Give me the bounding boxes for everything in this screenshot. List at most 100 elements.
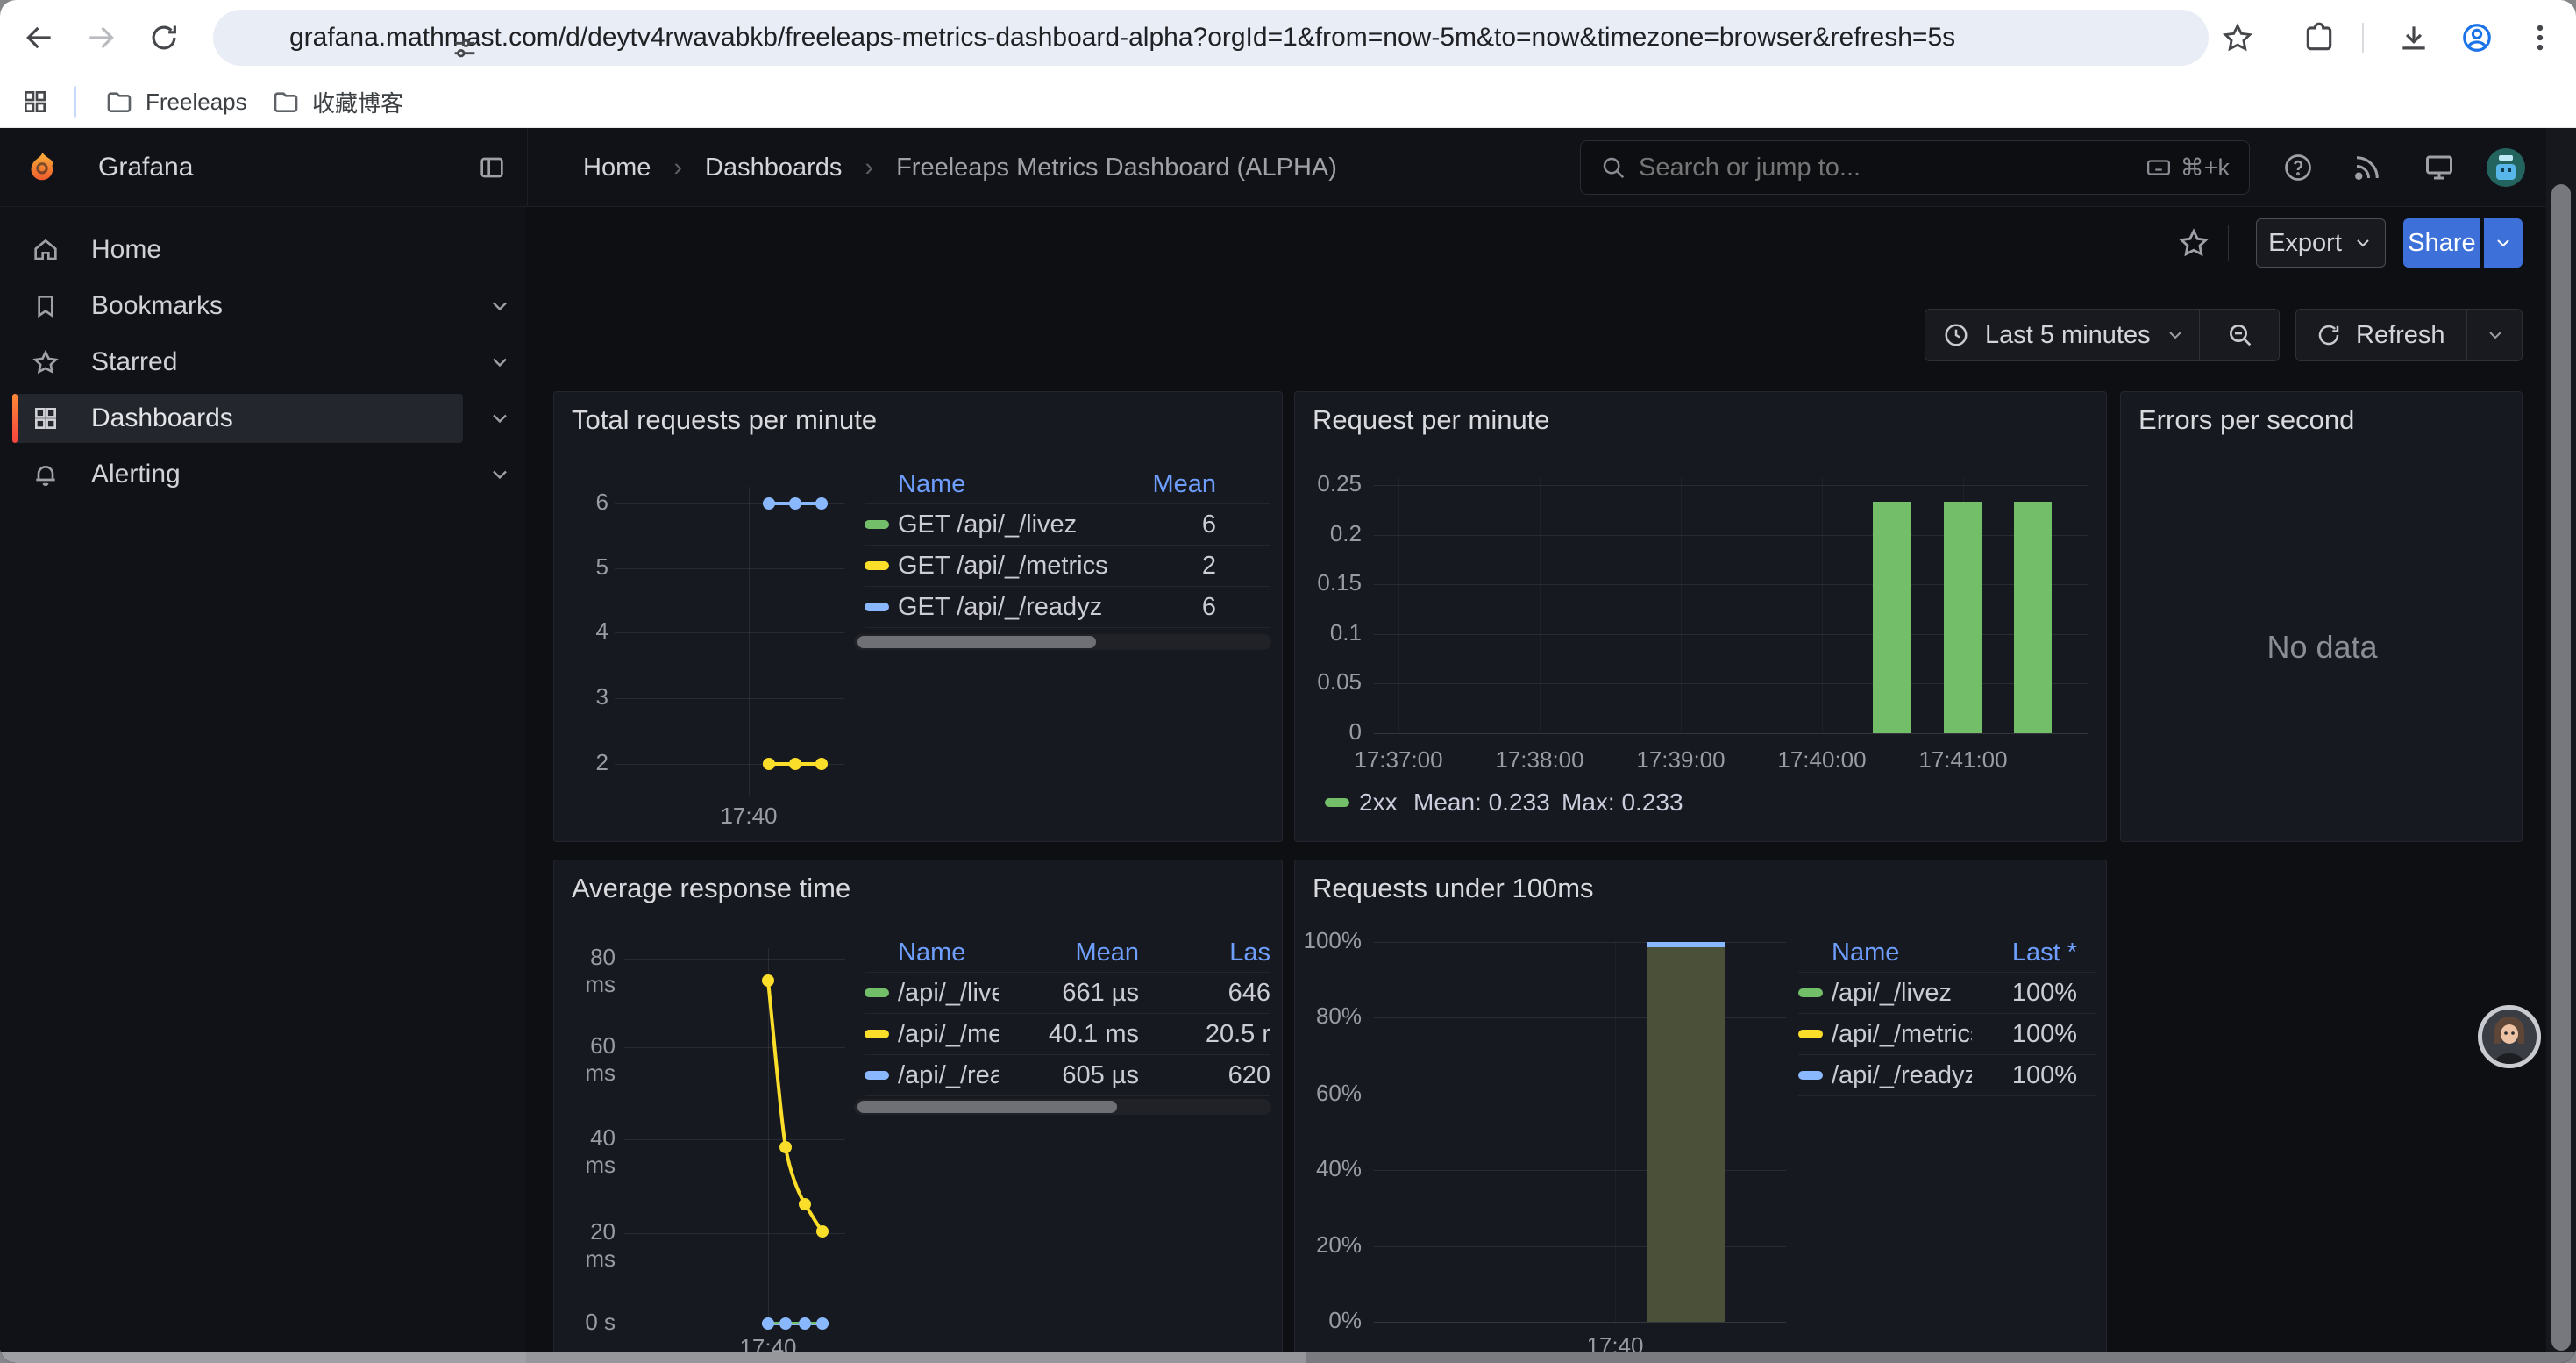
panel-title[interactable]: Errors per second	[2138, 404, 2354, 436]
reload-icon[interactable]	[147, 21, 181, 54]
col-last[interactable]: Last *	[1972, 938, 2077, 967]
active-indicator	[12, 394, 18, 443]
sidebar-item-bookmarks[interactable]: Bookmarks	[12, 282, 463, 331]
sidebar-item-starred[interactable]: Starred	[12, 338, 463, 387]
bar-plot[interactable]: 0.25 0.2 0.15 0.1 0.05 0 1	[1295, 445, 2108, 843]
download-icon[interactable]	[2397, 21, 2430, 54]
url-bar[interactable]	[213, 10, 2209, 66]
url-input[interactable]	[289, 23, 2209, 53]
vertical-scrollbar-thumb[interactable]	[2551, 184, 2571, 1351]
search-box[interactable]: ⌘+k	[1580, 140, 2250, 195]
forward-icon[interactable]	[84, 21, 117, 54]
y-tick: 6	[563, 489, 608, 516]
y-tick: 80%	[1295, 1003, 1362, 1030]
chevron-down-icon[interactable]	[487, 406, 512, 431]
breadcrumb-dashboards[interactable]: Dashboards	[705, 153, 842, 182]
refresh-label[interactable]: Refresh	[2356, 321, 2445, 350]
horizontal-scrollbar-thumb[interactable]	[526, 1352, 1306, 1363]
x-tick: 17:40	[679, 803, 819, 830]
sidebar-item-label: Dashboards	[91, 403, 233, 433]
chevron-down-icon[interactable]	[487, 462, 512, 487]
search-input[interactable]	[1639, 153, 2145, 182]
legend-series[interactable]: 2xx	[1359, 789, 1398, 817]
y-tick: 0%	[1295, 1307, 1362, 1334]
sidebar-item-alerting[interactable]: Alerting	[12, 450, 463, 499]
table-row[interactable]: /api/_/metrics 40.1 ms 20.5 r	[865, 1014, 1270, 1055]
y-tick: 5	[563, 553, 608, 581]
no-data-message: No data	[2121, 629, 2523, 666]
menu-kebab-icon[interactable]	[2523, 21, 2557, 54]
breadcrumb-home[interactable]: Home	[583, 153, 651, 182]
vertical-scrollbar-track[interactable]	[2546, 128, 2576, 1363]
chevron-down-icon	[2493, 232, 2514, 253]
sidebar-toggle-icon[interactable]	[478, 153, 506, 182]
time-range-label[interactable]: Last 5 minutes	[1985, 321, 2151, 350]
chevron-down-icon[interactable]	[487, 350, 512, 375]
table-row[interactable]: /api/_/readyz 100%	[1798, 1055, 2096, 1096]
assistant-avatar-widget[interactable]	[2478, 1005, 2541, 1068]
legend-max: Max: 0.233	[1562, 789, 1683, 817]
col-name[interactable]: Name	[865, 470, 1120, 499]
share-button[interactable]: Share	[2403, 218, 2480, 268]
col-last[interactable]: Las	[1139, 938, 1270, 967]
sidebar-item-label: Alerting	[91, 460, 181, 489]
clock-icon	[1943, 322, 1969, 348]
legend-table: Name Mean Las /api/_/livez 661 µs 646 /a…	[865, 934, 1270, 1096]
screen-icon[interactable]	[2423, 152, 2455, 183]
bell-icon	[32, 460, 60, 489]
y-tick: 3	[563, 683, 608, 710]
table-row[interactable]: /api/_/livez 661 µs 646	[865, 973, 1270, 1014]
timeseries-plot[interactable]: 6 5 4 3 2 17:40	[554, 445, 852, 813]
col-mean[interactable]: Mean	[999, 938, 1139, 967]
panel-title[interactable]: Total requests per minute	[572, 404, 877, 436]
help-icon[interactable]	[2282, 152, 2314, 183]
table-scrollbar[interactable]	[854, 634, 1271, 650]
export-button[interactable]: Export	[2256, 218, 2386, 268]
apps-grid-icon[interactable]	[21, 88, 49, 116]
extensions-icon[interactable]	[2302, 21, 2336, 54]
breadcrumb: Home › Dashboards › Freeleaps Metrics Da…	[583, 128, 1337, 207]
panel-title[interactable]: Request per minute	[1313, 404, 1550, 436]
sidebar-item-dashboards[interactable]: Dashboards	[12, 394, 463, 443]
favorite-star-icon[interactable]	[2177, 226, 2210, 260]
bookmark-folder-blogs[interactable]: 收藏博客	[272, 84, 403, 119]
bookmark-folder-freeleaps[interactable]: Freeleaps	[105, 84, 247, 119]
chevron-down-icon[interactable]	[2485, 325, 2506, 346]
x-tick: 17:40:00	[1752, 746, 1892, 774]
y-tick: 0.25	[1295, 470, 1362, 497]
share-menu-button[interactable]	[2482, 218, 2523, 268]
table-row[interactable]: /api/_/readyz 605 µs 620	[865, 1055, 1270, 1096]
table-scrollbar[interactable]	[854, 1099, 1271, 1115]
legend-table: Name Last * /api/_/livez 100% /api/_/met…	[1798, 934, 2096, 1096]
panel-errors-per-second: Errors per second No data	[2120, 391, 2523, 842]
site-settings-icon[interactable]	[450, 33, 480, 63]
user-avatar[interactable]	[2487, 148, 2525, 187]
back-icon[interactable]	[23, 21, 56, 54]
table-row[interactable]: /api/_/livez 100%	[1798, 973, 2096, 1014]
chevron-down-icon[interactable]	[2165, 325, 2186, 346]
table-row[interactable]: /api/_/metrics 100%	[1798, 1014, 2096, 1055]
table-header: Name Last *	[1798, 934, 2096, 973]
col-mean[interactable]: Mean	[1120, 470, 1216, 499]
table-row[interactable]: GET /api/_/metrics 2	[865, 546, 1270, 587]
grafana-logo-icon[interactable]	[25, 150, 60, 185]
series-swatch	[865, 1071, 889, 1080]
sidebar: Home Bookmarks Starred Dashboards Alerti…	[0, 207, 526, 1363]
toolbar-divider	[2362, 23, 2364, 53]
news-icon[interactable]	[2352, 152, 2383, 183]
table-row[interactable]: GET /api/_/readyz 6	[865, 587, 1270, 628]
col-name[interactable]: Name	[1798, 938, 1972, 967]
time-range-group: Last 5 minutes	[1925, 309, 2280, 361]
profile-icon[interactable]	[2460, 21, 2494, 54]
bookmark-star-icon[interactable]	[2221, 21, 2254, 54]
col-name[interactable]: Name	[865, 938, 999, 967]
table-header: Name Mean	[865, 466, 1270, 504]
grafana-topnav: Grafana Home › Dashboards › Freeleaps Me…	[0, 128, 2576, 207]
horizontal-scrollbar-track[interactable]	[1306, 1352, 2576, 1363]
bookmark-icon	[32, 292, 60, 320]
zoom-out-icon[interactable]	[2226, 321, 2254, 349]
table-row[interactable]: GET /api/_/livez 6	[865, 504, 1270, 546]
y-tick: 0	[1295, 718, 1362, 746]
sidebar-item-home[interactable]: Home	[12, 225, 463, 275]
chevron-down-icon[interactable]	[487, 294, 512, 318]
